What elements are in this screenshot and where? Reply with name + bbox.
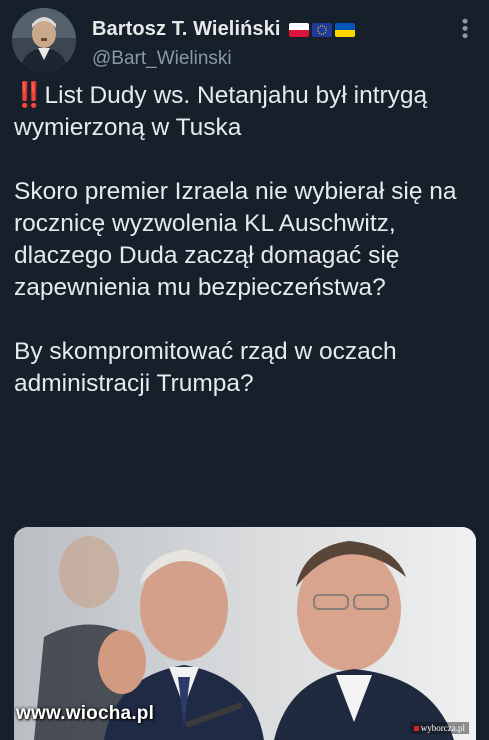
- ukraine-flag-icon: [334, 22, 355, 37]
- tweet-header: Bartosz T. Wieliński @Bart_Wielinski •••: [12, 8, 477, 74]
- avatar-image: [12, 8, 76, 72]
- source-badge: wyborcza.pl: [409, 722, 469, 734]
- poland-flag-icon: [288, 22, 309, 37]
- tweet-paragraph-1: ‼️ List Dudy ws. Netanjahu był intrygą wy…: [14, 80, 476, 144]
- tweet-paragraph-2: Skoro premier Izraela nie wybierał się n…: [14, 178, 457, 301]
- display-name[interactable]: Bartosz T. Wieliński: [92, 18, 281, 41]
- user-handle[interactable]: @Bart_Wielinski: [92, 48, 232, 70]
- source-badge-text: wyborcza.pl: [420, 723, 465, 733]
- tweet-text: ‼️ List Dudy ws. Netanjahu był intrygą wy…: [14, 80, 476, 400]
- tweet-paragraph-3: By skompromitować rząd w oczach administ…: [14, 338, 397, 397]
- name-row: Bartosz T. Wieliński: [92, 18, 355, 41]
- flag-group: [288, 22, 355, 37]
- watermark: www.wiocha.pl: [16, 703, 155, 724]
- eu-flag-icon: [311, 22, 332, 37]
- more-options-icon[interactable]: •••: [454, 18, 475, 40]
- double-exclamation-icon: ‼️: [14, 82, 44, 109]
- avatar[interactable]: [12, 8, 76, 72]
- tweet-line-1: List Dudy ws. Netanjahu był intrygą wymi…: [14, 82, 428, 141]
